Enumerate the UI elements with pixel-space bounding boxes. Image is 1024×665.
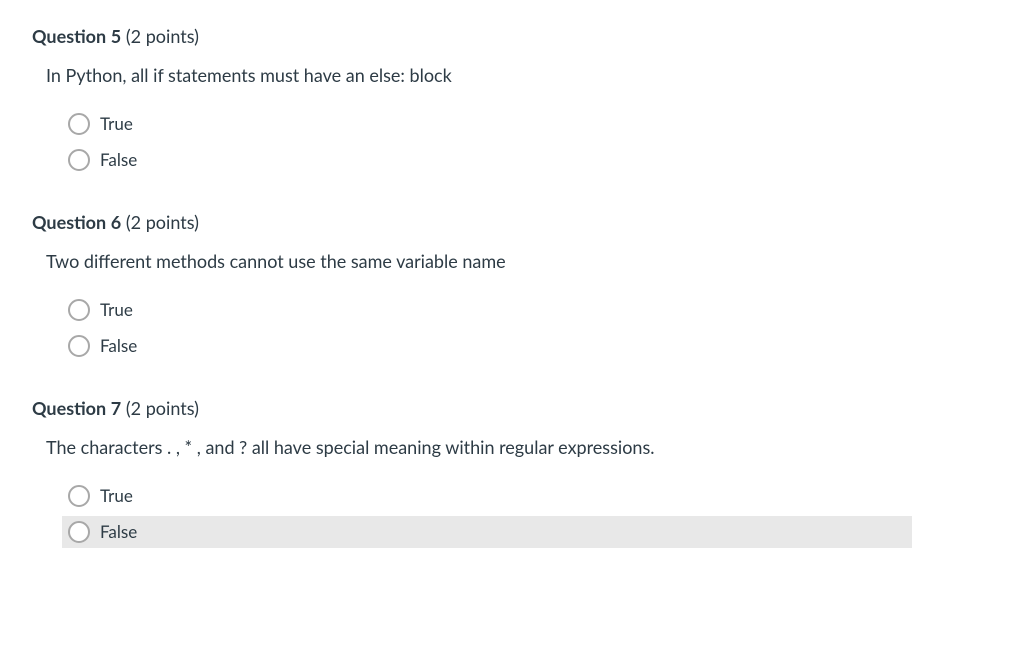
question-label-prefix: Question	[32, 211, 106, 233]
question-block-5: Question 5 (2 points) In Python, all if …	[32, 24, 992, 176]
question-number: 7	[111, 397, 121, 419]
question-block-7: Question 7 (2 points) The characters . ,…	[32, 396, 992, 548]
radio-icon[interactable]	[68, 485, 90, 507]
question-text: Two different methods cannot use the sam…	[46, 249, 992, 274]
options-group: True False	[62, 108, 992, 176]
option-label: True	[100, 298, 133, 322]
options-group: True False	[62, 480, 992, 548]
question-points: (2 points)	[121, 25, 199, 47]
question-block-6: Question 6 (2 points) Two different meth…	[32, 210, 992, 362]
question-header: Question 6 (2 points)	[32, 210, 992, 235]
option-true[interactable]: True	[62, 294, 992, 326]
option-true[interactable]: True	[62, 108, 992, 140]
question-header: Question 5 (2 points)	[32, 24, 992, 49]
question-text: In Python, all if statements must have a…	[46, 63, 992, 88]
radio-icon[interactable]	[68, 521, 90, 543]
question-header: Question 7 (2 points)	[32, 396, 992, 421]
radio-icon[interactable]	[68, 335, 90, 357]
question-label-prefix: Question	[32, 25, 106, 47]
option-true[interactable]: True	[62, 480, 992, 512]
question-label-prefix: Question	[32, 397, 106, 419]
option-label: True	[100, 112, 133, 136]
question-points: (2 points)	[121, 397, 199, 419]
options-group: True False	[62, 294, 992, 362]
option-label: False	[100, 148, 137, 172]
option-false[interactable]: False	[62, 330, 992, 362]
question-number: 5	[111, 25, 121, 47]
question-text: The characters . , * , and ? all have sp…	[46, 435, 992, 460]
option-false[interactable]: False	[62, 516, 912, 548]
question-number: 6	[111, 211, 121, 233]
option-label: False	[100, 520, 137, 544]
radio-icon[interactable]	[68, 113, 90, 135]
option-label: False	[100, 334, 137, 358]
option-false[interactable]: False	[62, 144, 992, 176]
question-points: (2 points)	[121, 211, 199, 233]
radio-icon[interactable]	[68, 299, 90, 321]
option-label: True	[100, 484, 133, 508]
radio-icon[interactable]	[68, 149, 90, 171]
